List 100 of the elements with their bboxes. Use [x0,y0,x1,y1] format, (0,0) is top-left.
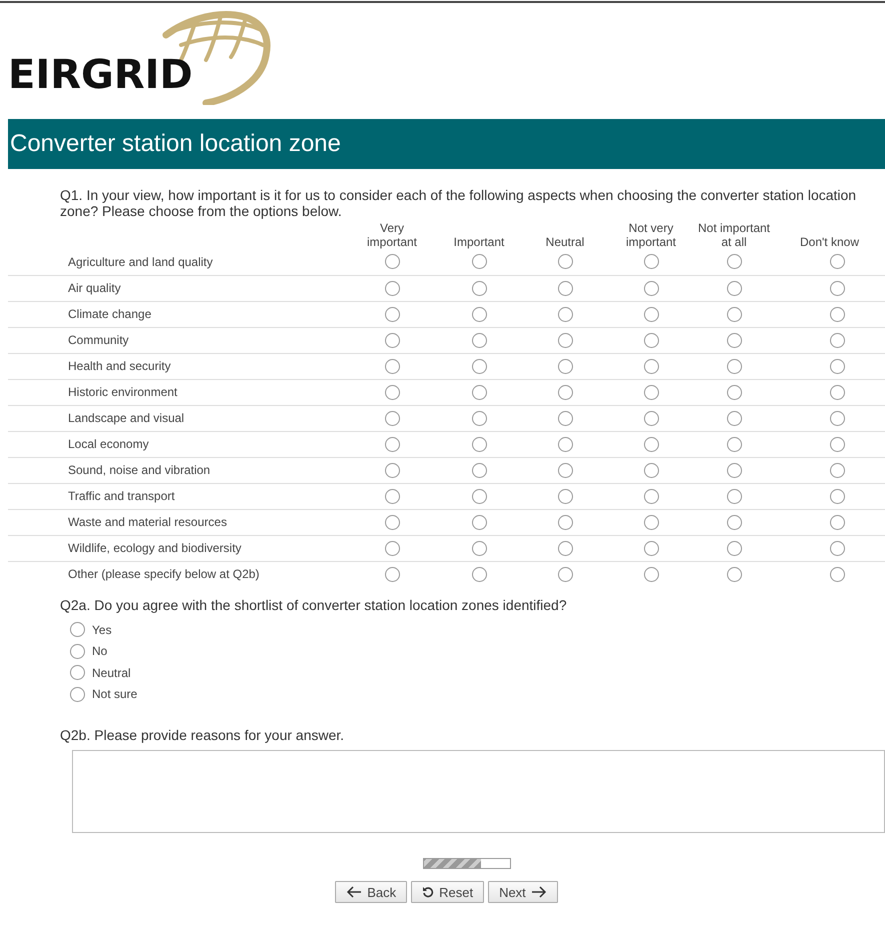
radio-button[interactable] [558,358,572,374]
radio-button[interactable] [384,358,400,374]
radio-button[interactable] [830,436,844,452]
radio-button[interactable] [644,410,658,426]
radio-button[interactable] [558,566,572,582]
radio-button[interactable] [558,514,572,530]
radio-button[interactable] [558,462,572,478]
radio-button[interactable] [472,566,486,582]
radio-button[interactable] [830,540,844,556]
radio-button[interactable] [384,332,400,348]
section-title: Converter station location zone [10,130,341,158]
radio-button[interactable] [644,540,658,556]
radio-button[interactable] [384,436,400,452]
radio-button[interactable] [472,462,486,478]
radio-button[interactable] [558,254,572,270]
radio-button[interactable] [70,665,85,680]
radio-button[interactable] [384,306,400,322]
radio-button[interactable] [830,384,844,400]
undo-icon [422,886,434,898]
radio-button[interactable] [726,462,742,478]
radio-button[interactable] [830,488,844,504]
row-label: Sound, noise and vibration [68,463,210,477]
radio-button[interactable] [384,566,400,582]
radio-button[interactable] [558,436,572,452]
radio-button[interactable] [384,384,400,400]
row-label: Wildlife, ecology and biodiversity [68,541,242,555]
radio-button[interactable] [830,254,844,270]
radio-button[interactable] [472,254,486,270]
radio-button[interactable] [726,540,742,556]
radio-button[interactable] [726,280,742,296]
row-label: Historic environment [68,385,178,399]
radio-button[interactable] [644,514,658,530]
radio-button[interactable] [558,410,572,426]
radio-button[interactable] [830,332,844,348]
question-text: Q2a. Do you agree with the shortlist of converter station location zones identified? [60,597,568,613]
row-label: Waste and material resources [68,515,227,529]
radio-button[interactable] [472,410,486,426]
radio-button[interactable] [726,306,742,322]
radio-button[interactable] [472,306,486,322]
radio-button[interactable] [726,566,742,582]
radio-button[interactable] [558,540,572,556]
radio-button[interactable] [558,488,572,504]
radio-button[interactable] [830,514,844,530]
radio-button[interactable] [558,332,572,348]
radio-button[interactable] [384,540,400,556]
radio-button[interactable] [726,410,742,426]
radio-button[interactable] [830,306,844,322]
radio-button[interactable] [384,280,400,296]
radio-button[interactable] [830,462,844,478]
radio-button[interactable] [472,540,486,556]
radio-button[interactable] [558,280,572,296]
radio-button[interactable] [644,384,658,400]
back-button[interactable]: Back [335,881,408,903]
radio-button[interactable] [726,332,742,348]
radio-button[interactable] [558,384,572,400]
radio-button[interactable] [70,644,85,659]
radio-button[interactable] [70,622,85,638]
radio-button[interactable] [70,686,85,702]
radio-button[interactable] [830,566,844,582]
radio-button[interactable] [726,436,742,452]
row-label: Health and security [68,359,171,373]
radio-button[interactable] [644,306,658,322]
radio-button[interactable] [644,462,658,478]
radio-button[interactable] [830,358,844,374]
radio-button[interactable] [472,332,486,348]
radio-button[interactable] [726,358,742,374]
radio-button[interactable] [830,280,844,296]
radio-button[interactable] [472,358,486,374]
question-text: Q2b. Please provide reasons for your answer. [60,727,346,743]
radio-button[interactable] [472,384,486,400]
question-text: Q1. In your view, how important is it for us to consider each of the following aspects when choosing the converter station location zone? Please choose from the options below. [60,187,858,219]
row-label: Local economy [68,437,149,451]
radio-button[interactable] [726,488,742,504]
radio-button[interactable] [644,488,658,504]
radio-button[interactable] [472,280,486,296]
radio-button[interactable] [384,488,400,504]
radio-button[interactable] [644,436,658,452]
radio-button[interactable] [472,514,486,530]
radio-button[interactable] [644,254,658,270]
radio-button[interactable] [644,332,658,348]
reset-button[interactable]: Reset [411,881,484,903]
row-label: Landscape and visual [68,411,184,425]
radio-button[interactable] [726,384,742,400]
answer-box[interactable] [72,750,885,833]
radio-button[interactable] [726,514,742,530]
column-header: Not very important [624,221,678,249]
radio-button[interactable] [384,514,400,530]
radio-button[interactable] [472,488,486,504]
radio-button[interactable] [384,462,400,478]
radio-button[interactable] [558,306,572,322]
radio-button[interactable] [384,254,400,270]
radio-button[interactable] [472,436,486,452]
radio-button[interactable] [644,280,658,296]
radio-button[interactable] [644,358,658,374]
radio-button[interactable] [384,410,400,426]
radio-button[interactable] [830,410,844,426]
row-label: Climate change [68,307,152,321]
next-button[interactable]: Next [488,881,558,903]
radio-button[interactable] [726,254,742,270]
radio-button[interactable] [644,566,658,582]
